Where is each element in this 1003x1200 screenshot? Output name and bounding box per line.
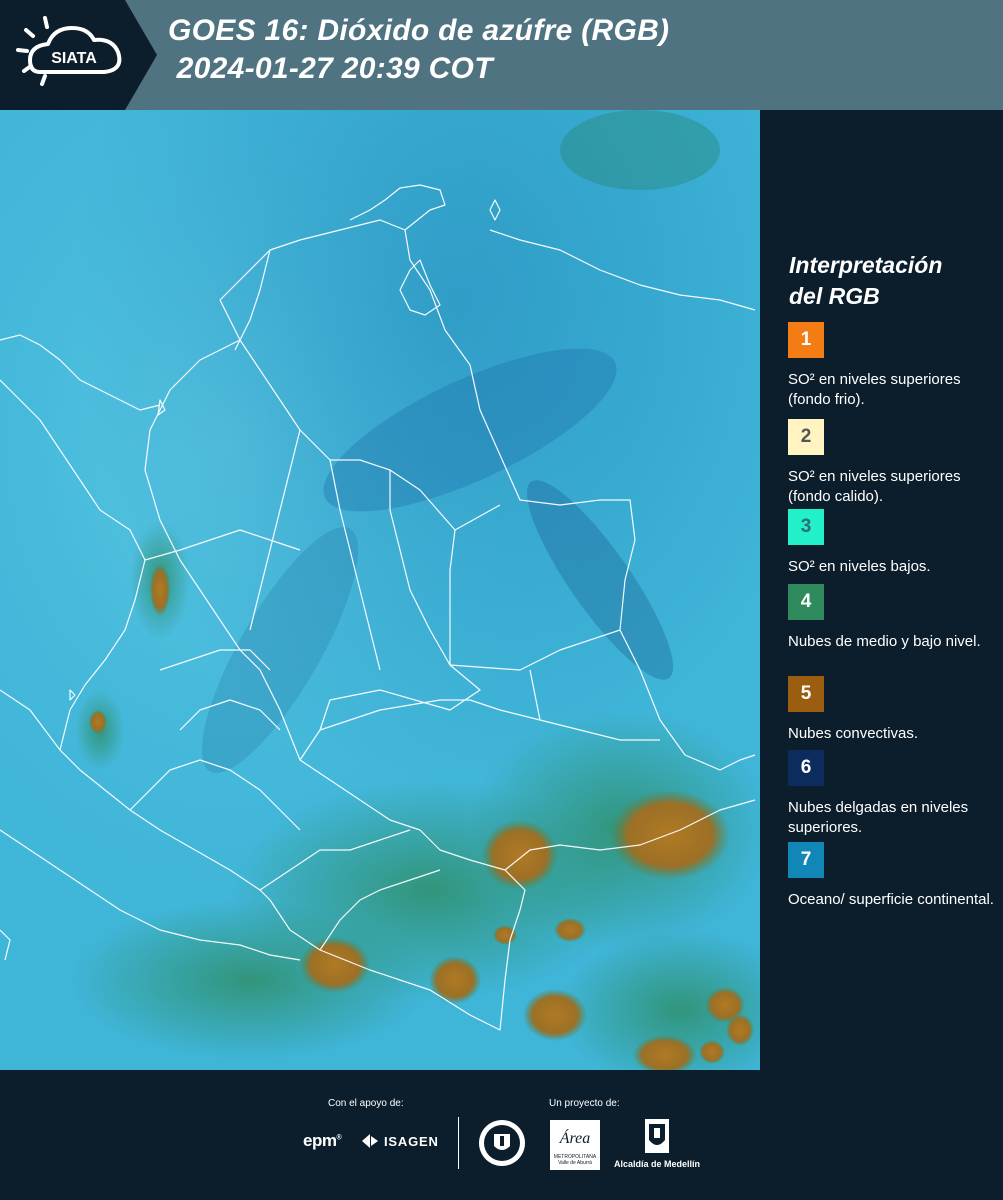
- legend-text-2: SO² en niveles superiores (fondo calido)…: [788, 468, 961, 505]
- satellite-map[interactable]: [0, 110, 760, 1070]
- legend-item-6: 6 Nubes delgadas en niveles superiores.: [788, 750, 998, 838]
- isagen-logo[interactable]: ISAGEN: [360, 1132, 439, 1150]
- epm-logo-text: epm: [303, 1131, 337, 1150]
- header-bar: SIATA GOES 16: Dióxido de azúfre (RGB) 2…: [0, 0, 1003, 110]
- area-metropolitana-logo[interactable]: Área METROPOLITANA Valle de Aburrá: [550, 1120, 600, 1170]
- page-title: GOES 16: Dióxido de azúfre (RGB) 2024-01…: [168, 12, 669, 88]
- area-logo-text: Área: [559, 1130, 591, 1147]
- footer: Con el apoyo de: Un proyecto de: epm® IS…: [0, 1070, 1003, 1200]
- alcaldia-shield-icon: [645, 1119, 669, 1153]
- siata-logo[interactable]: SIATA: [0, 0, 160, 110]
- project-label: Un proyecto de:: [549, 1098, 620, 1109]
- alcaldia-logo-text: Alcaldía de Medellín: [613, 1159, 701, 1169]
- legend-item-3: 3 SO² en niveles bajos.: [788, 509, 998, 577]
- title-line-2: 2024-01-27 20:39 COT: [168, 52, 493, 85]
- siata-logo-text: SIATA: [51, 50, 97, 67]
- legend-swatch-2: 2: [788, 419, 824, 455]
- isagen-logo-text: ISAGEN: [384, 1133, 439, 1149]
- epm-logo[interactable]: epm®: [303, 1131, 342, 1151]
- legend-title: Interpretación del RGB: [789, 250, 942, 312]
- legend-item-2: 2 SO² en niveles superiores (fondo calid…: [788, 419, 998, 507]
- legend-text-4: Nubes de medio y bajo nivel.: [788, 633, 981, 650]
- alcaldia-logo[interactable]: Alcaldía de Medellín: [612, 1118, 702, 1169]
- legend-text-3: SO² en niveles bajos.: [788, 558, 931, 575]
- legend-text-5: Nubes convectivas.: [788, 725, 919, 742]
- legend-text-6: Nubes delgadas en niveles superiores.: [788, 799, 969, 836]
- legend-panel: Interpretación del RGB 1 SO² en niveles …: [760, 110, 1003, 1070]
- legend-swatch-3: 3: [788, 509, 824, 545]
- legend-title-line-2: del RGB: [789, 283, 880, 309]
- title-line-1: GOES 16: Dióxido de azúfre (RGB): [168, 14, 670, 47]
- area-logo-sub2: Valle de Aburrá: [558, 1160, 592, 1166]
- legend-text-1: SO² en niveles superiores (fondo frio).: [788, 371, 961, 408]
- legend-swatch-1: 1: [788, 322, 824, 358]
- legend-swatch-6: 6: [788, 750, 824, 786]
- legend-text-7: Oceano/ superficie continental.: [788, 891, 994, 908]
- legend-swatch-7: 7: [788, 842, 824, 878]
- legend-title-line-1: Interpretación: [789, 252, 943, 278]
- isagen-icon: [362, 1134, 378, 1148]
- map-image: [0, 110, 760, 1070]
- legend-item-1: 1 SO² en niveles superiores (fondo frio)…: [788, 322, 998, 410]
- support-label: Con el apoyo de:: [328, 1098, 404, 1109]
- legend-swatch-5: 5: [788, 676, 824, 712]
- legend-swatch-4: 4: [788, 584, 824, 620]
- legend-item-4: 4 Nubes de medio y bajo nivel.: [788, 584, 998, 652]
- legend-item-5: 5 Nubes convectivas.: [788, 676, 998, 744]
- medellin-seal-icon[interactable]: [477, 1118, 527, 1168]
- legend-item-7: 7 Oceano/ superficie continental.: [788, 842, 998, 910]
- footer-divider: [458, 1117, 459, 1169]
